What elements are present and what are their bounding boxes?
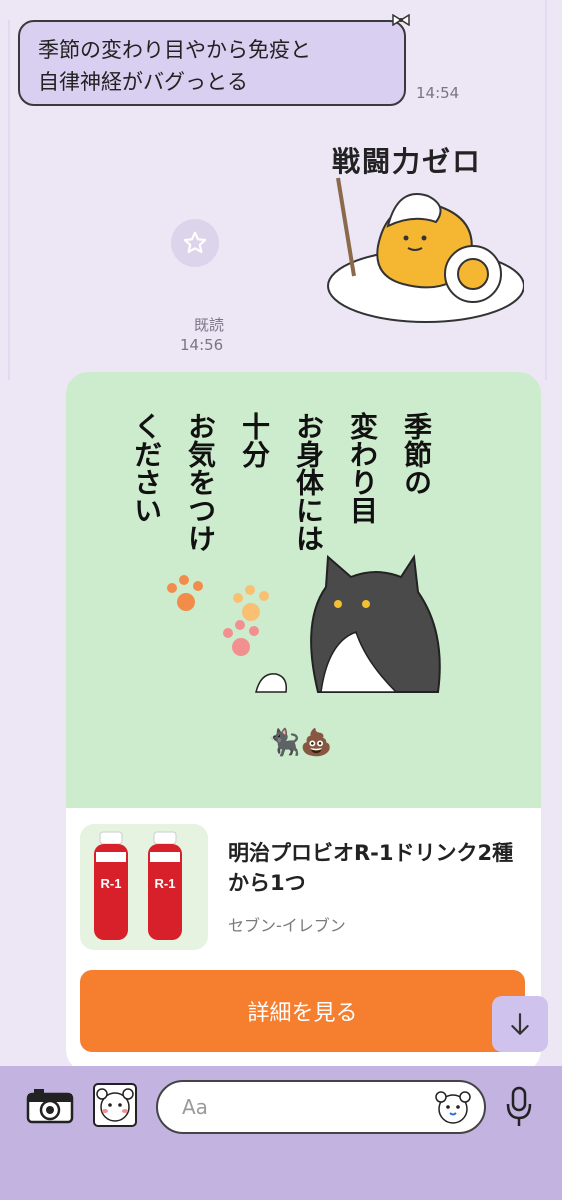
sticker-illustration bbox=[327, 177, 524, 323]
message-input[interactable]: Aa bbox=[156, 1080, 486, 1134]
message-timestamp: 14:56 bbox=[180, 336, 224, 354]
sticker-image[interactable]: 戦闘力ゼロ bbox=[318, 126, 524, 326]
composer-bar: Aa bbox=[0, 1066, 562, 1200]
camera-icon[interactable] bbox=[26, 1086, 74, 1126]
view-details-button[interactable]: 詳細を見る bbox=[80, 970, 525, 1052]
emoji-icon[interactable] bbox=[432, 1088, 474, 1126]
message-text: 季節の変わり目やから免疫と bbox=[38, 38, 311, 62]
card-image: 季節の 変わり目 お身体には 十分 お気をつけ ください 🐈‍⬛💩 bbox=[66, 372, 541, 808]
scroll-to-bottom-button[interactable] bbox=[492, 996, 548, 1052]
product-bottles-image: R-1 R-1 bbox=[94, 831, 182, 940]
product-store: セブン-イレブン bbox=[228, 916, 346, 935]
bottle-label: R-1 bbox=[101, 876, 122, 891]
incoming-message-bubble[interactable]: 季節の変わり目やから免疫と 自律神経がバグっとる bbox=[18, 14, 410, 106]
bottle-label: R-1 bbox=[155, 876, 176, 891]
bow-icon bbox=[392, 14, 410, 26]
message-text: 自律神経がバグっとる bbox=[38, 70, 248, 94]
product-title: 明治プロビオR-1ドリンク2種から1つ bbox=[228, 841, 514, 895]
message-input-placeholder: Aa bbox=[182, 1095, 208, 1119]
gift-card[interactable]: 季節の 変わり目 お身体には 十分 お気をつけ ください 🐈‍⬛💩 bbox=[66, 372, 541, 1072]
background-decoration bbox=[545, 0, 547, 380]
emoji-line: 🐈‍⬛💩 bbox=[268, 728, 333, 758]
read-receipt: 既読 bbox=[194, 316, 225, 334]
background-decoration bbox=[8, 20, 10, 380]
microphone-icon[interactable] bbox=[506, 1086, 532, 1128]
arrow-down-icon bbox=[511, 1013, 529, 1035]
cat-illustration bbox=[167, 554, 441, 693]
message-timestamp: 14:54 bbox=[416, 84, 460, 102]
favorite-button[interactable] bbox=[171, 219, 219, 267]
sticker-icon[interactable] bbox=[92, 1082, 138, 1128]
star-icon bbox=[183, 231, 207, 254]
product-thumbnail: R-1 R-1 bbox=[80, 824, 208, 950]
